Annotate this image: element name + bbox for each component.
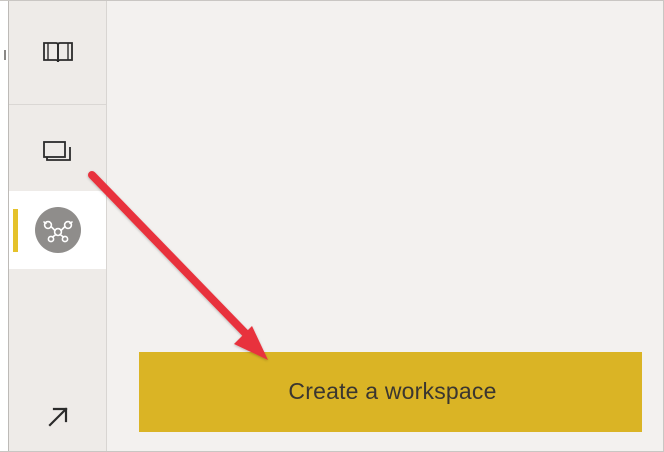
selected-indicator [13, 209, 18, 252]
app-window: Create a workspace [0, 0, 664, 452]
left-edge-mark [4, 50, 6, 60]
nav-item-learn[interactable] [9, 20, 106, 84]
expand-arrow-icon [47, 407, 68, 427]
nav-item-workspaces[interactable] [9, 120, 106, 184]
nav-divider [9, 104, 106, 105]
workspaces-icon [42, 141, 71, 161]
frame-top-border [0, 0, 664, 1]
deployment-pipelines-icon [34, 207, 81, 253]
create-workspace-label: Create a workspace [288, 377, 497, 404]
create-workspace-button[interactable]: Create a workspace [139, 352, 642, 432]
book-icon [42, 42, 73, 63]
nav-item-expand[interactable] [9, 387, 106, 447]
nav-item-deployment-pipelines[interactable] [9, 191, 106, 269]
left-edge [0, 0, 8, 452]
